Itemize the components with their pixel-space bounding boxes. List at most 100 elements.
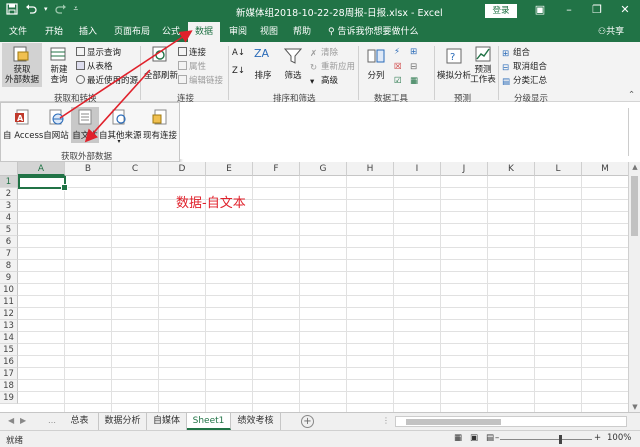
manage-data-model-icon[interactable]: ▦ (410, 76, 418, 86)
zoom-slider-knob[interactable] (559, 435, 562, 444)
connections-button[interactable]: 连接 (178, 46, 206, 58)
get-external-data-button[interactable]: 获取 外部数据 (2, 43, 42, 87)
row-header-19[interactable]: 19 (0, 392, 18, 404)
edit-links-button[interactable]: 编辑链接 (178, 74, 223, 86)
sheet-next-icon[interactable]: ▶ (20, 416, 26, 425)
sort-za-icon[interactable]: Z↓ (232, 66, 245, 76)
reapply-button[interactable]: ↻ 重新应用 (310, 60, 355, 73)
customize-qat-icon[interactable]: ⩡ (74, 4, 79, 14)
zoom-out-icon[interactable]: – (495, 433, 499, 443)
sheet-tab-data-analysis[interactable]: 数据分析 (99, 413, 147, 430)
tab-insert[interactable]: 插入 (74, 22, 102, 42)
tab-review[interactable]: 审阅 (224, 22, 252, 42)
column-header-m[interactable]: M (582, 162, 628, 176)
column-header-h[interactable]: H (347, 162, 394, 176)
row-header-3[interactable]: 3 (0, 200, 18, 212)
column-header-f[interactable]: F (253, 162, 300, 176)
zoom-in-icon[interactable]: + (594, 433, 601, 443)
properties-button[interactable]: 属性 (178, 60, 206, 72)
row-header-2[interactable]: 2 (0, 188, 18, 200)
remove-duplicates-icon[interactable]: ☒ (394, 62, 402, 72)
column-header-e[interactable]: E (206, 162, 253, 176)
minimize-icon[interactable]: – (562, 3, 576, 17)
row-header-1[interactable]: 1 (0, 176, 18, 188)
zoom-slider[interactable] (500, 439, 592, 440)
share-button[interactable]: ⚇共享 (598, 22, 624, 42)
sheet-tab-self-media[interactable]: 自媒体 (147, 413, 187, 430)
from-text-button[interactable]: 自文本 (71, 107, 99, 143)
restore-icon[interactable]: ❐ (590, 3, 604, 17)
tab-view[interactable]: 视图 (255, 22, 283, 42)
row-header-11[interactable]: 11 (0, 296, 18, 308)
flash-fill-icon[interactable]: ⚡ (394, 47, 400, 57)
ungroup-button[interactable]: ⊟ 取消组合 (502, 60, 547, 73)
zoom-level[interactable]: 100% (607, 433, 631, 443)
column-header-k[interactable]: K (488, 162, 535, 176)
sheet-tab-sheet1[interactable]: Sheet1 (187, 413, 231, 430)
active-cell-a1[interactable] (18, 176, 68, 191)
sheet-tab-total[interactable]: 总表 (61, 413, 99, 430)
row-header-14[interactable]: 14 (0, 332, 18, 344)
worksheet-grid[interactable]: A B C D E F G H I J K L M 1 2 3 4 5 6 7 … (0, 162, 628, 412)
from-web-button[interactable]: 自网站 (41, 107, 71, 143)
clear-button[interactable]: ✗ 清除 (310, 46, 338, 59)
column-header-g[interactable]: G (300, 162, 347, 176)
close-icon[interactable]: ✕ (618, 3, 632, 17)
vertical-scroll-thumb[interactable] (631, 176, 638, 236)
scroll-up-icon[interactable]: ▲ (629, 162, 640, 172)
tab-formulas[interactable]: 公式 (157, 22, 185, 42)
column-header-i[interactable]: I (394, 162, 441, 176)
group-button[interactable]: ⊞ 组合 (502, 46, 530, 59)
horizontal-scroll-thumb[interactable] (406, 419, 501, 425)
redo-icon[interactable] (54, 3, 67, 15)
subtotal-button[interactable]: ▤ 分类汇总 (502, 74, 547, 87)
column-header-a[interactable]: A (18, 162, 65, 176)
tell-me-box[interactable]: ⚲ 告诉我你想要做什么 (328, 22, 418, 42)
filter-button[interactable]: 筛选 (280, 43, 306, 87)
from-access-button[interactable]: A 自 Access (3, 107, 43, 143)
row-header-15[interactable]: 15 (0, 344, 18, 356)
sheet-prev-icon[interactable]: ◀ (8, 416, 14, 425)
cell-area[interactable] (18, 176, 628, 412)
row-header-8[interactable]: 8 (0, 260, 18, 272)
column-header-d[interactable]: D (159, 162, 206, 176)
ribbon-display-options-icon[interactable]: ▣ (533, 3, 547, 17)
recent-sources-button[interactable]: 最近使用的源 (76, 74, 138, 86)
row-header-18[interactable]: 18 (0, 380, 18, 392)
tab-page-layout[interactable]: 页面布局 (108, 22, 156, 42)
row-header-7[interactable]: 7 (0, 248, 18, 260)
tab-help[interactable]: 帮助 (288, 22, 316, 42)
row-header-4[interactable]: 4 (0, 212, 18, 224)
formula-bar-scroll[interactable] (628, 108, 636, 156)
row-header-9[interactable]: 9 (0, 272, 18, 284)
collapse-ribbon-icon[interactable]: ⌃ (628, 90, 635, 100)
horizontal-scrollbar[interactable] (395, 416, 627, 427)
row-header-10[interactable]: 10 (0, 284, 18, 296)
undo-icon[interactable] (25, 3, 37, 15)
row-header-16[interactable]: 16 (0, 356, 18, 368)
forecast-sheet-button[interactable]: 预测 工作表 (470, 43, 496, 87)
relationships-icon[interactable]: ⊟ (410, 62, 417, 72)
advanced-filter-button[interactable]: ▾ 高级 (310, 74, 338, 87)
consolidate-icon[interactable]: ⊞ (410, 47, 417, 57)
show-queries-button[interactable]: 显示查询 (76, 46, 121, 58)
select-all-corner[interactable] (0, 162, 18, 176)
page-layout-view-icon[interactable]: ▣ (470, 433, 478, 443)
row-header-17[interactable]: 17 (0, 368, 18, 380)
column-header-l[interactable]: L (535, 162, 582, 176)
tab-data[interactable]: 数据 (188, 22, 220, 42)
save-icon[interactable] (6, 3, 18, 15)
vertical-scrollbar[interactable]: ▲ ▼ (628, 162, 640, 412)
row-header-5[interactable]: 5 (0, 224, 18, 236)
tab-split-handle-icon[interactable]: ⋮ (382, 416, 390, 425)
new-query-button[interactable]: 新建 查询 (44, 43, 74, 87)
text-to-columns-button[interactable]: 分列 (362, 43, 390, 87)
page-break-view-icon[interactable]: ▤ (486, 433, 494, 443)
data-validation-icon[interactable]: ☑ (394, 76, 402, 86)
existing-connections-button[interactable]: 现有连接 (141, 107, 179, 143)
sheet-ellipsis-icon[interactable]: … (48, 416, 56, 425)
tab-home[interactable]: 开始 (40, 22, 68, 42)
column-header-c[interactable]: C (112, 162, 159, 176)
normal-view-icon[interactable]: ▦ (454, 433, 462, 443)
scroll-down-icon[interactable]: ▼ (629, 402, 640, 412)
